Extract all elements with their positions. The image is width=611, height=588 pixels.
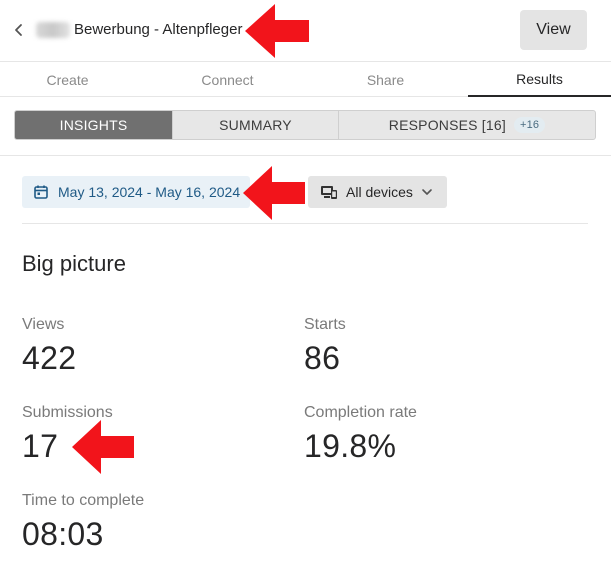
calendar-icon — [34, 185, 48, 199]
device-filter[interactable]: All devices — [308, 176, 447, 208]
tab-create[interactable]: Create — [0, 62, 135, 97]
red-arrow-icon — [72, 420, 134, 474]
starts-value: 86 — [304, 340, 341, 376]
responses-badge: +16 — [513, 117, 546, 133]
completion-rate-label: Completion rate — [304, 404, 417, 421]
views-value: 422 — [22, 340, 77, 376]
segment-insights[interactable]: INSIGHTS — [15, 111, 173, 139]
devices-icon — [321, 186, 337, 199]
submissions-value: 17 — [22, 428, 59, 464]
chevron-down-icon — [422, 189, 432, 195]
segment-responses[interactable]: RESPONSES [16] +16 — [339, 111, 595, 139]
divider — [0, 155, 611, 156]
blurred-name — [36, 22, 70, 38]
section-title: Big picture — [22, 251, 126, 276]
time-to-complete-label: Time to complete — [22, 492, 145, 509]
tab-connect[interactable]: Connect — [160, 62, 295, 97]
segment-summary[interactable]: SUMMARY — [173, 111, 339, 139]
red-arrow-icon — [245, 4, 309, 58]
results-view-switcher: INSIGHTS SUMMARY RESPONSES [16] +16 — [14, 110, 596, 140]
view-button[interactable]: View — [520, 10, 587, 50]
tab-share[interactable]: Share — [318, 62, 453, 97]
divider — [22, 223, 588, 224]
completion-rate-value: 19.8% — [304, 428, 397, 464]
views-label: Views — [22, 316, 65, 333]
tab-results[interactable]: Results — [468, 62, 611, 97]
date-range-filter[interactable]: May 13, 2024 - May 16, 2024 — [22, 176, 250, 208]
starts-label: Starts — [304, 316, 346, 333]
page-title: Bewerbung - Altenpfleger — [74, 21, 243, 38]
time-to-complete-value: 08:03 — [22, 516, 104, 552]
device-filter-label: All devices — [346, 184, 413, 200]
chevron-left-icon[interactable] — [11, 22, 27, 38]
tab-bar: Create Connect Share Results — [0, 61, 611, 97]
segment-responses-label: RESPONSES [16] — [388, 117, 506, 133]
red-arrow-icon — [243, 166, 305, 220]
date-range-text: May 13, 2024 - May 16, 2024 — [58, 184, 241, 200]
